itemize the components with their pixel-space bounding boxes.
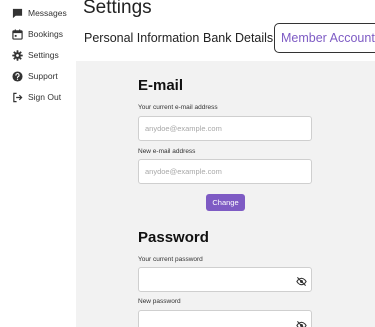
sidebar-item-label: Settings — [28, 50, 59, 60]
message-icon — [11, 7, 23, 19]
sidebar-item-sign-out[interactable]: Sign Out — [11, 90, 61, 104]
current-password-label: Your current password — [138, 256, 203, 263]
new-password-field[interactable] — [138, 310, 312, 327]
password-section-title: Password — [138, 229, 209, 246]
sidebar-item-bookings[interactable]: Bookings — [11, 27, 63, 41]
sign-out-icon — [11, 91, 23, 103]
tab-personal-information[interactable]: Personal Information — [84, 23, 199, 53]
settings-tabs: Personal Information Bank Details Member… — [76, 23, 375, 53]
new-password-label: New password — [138, 298, 181, 305]
gear-icon — [11, 49, 23, 61]
eye-off-icon[interactable] — [296, 274, 307, 287]
new-email-field[interactable] — [138, 159, 312, 184]
email-section-title: E-mail — [138, 77, 184, 94]
sidebar-item-label: Bookings — [28, 29, 63, 39]
current-email-label: Your current e-mail address — [138, 104, 218, 111]
help-icon — [11, 70, 23, 82]
new-email-label: New e-mail address — [138, 148, 196, 155]
sidebar-item-label: Messages — [28, 8, 67, 18]
calendar-icon — [11, 28, 23, 40]
sidebar-item-messages[interactable]: Messages — [11, 6, 67, 20]
current-email-field[interactable] — [138, 116, 312, 141]
change-email-button[interactable]: Change — [206, 194, 245, 211]
tab-bank-details[interactable]: Bank Details — [203, 23, 273, 53]
sidebar-item-support[interactable]: Support — [11, 69, 58, 83]
current-password-field[interactable] — [138, 267, 312, 292]
member-account-panel: E-mail Your current e-mail address New e… — [76, 61, 375, 327]
eye-off-icon[interactable] — [296, 318, 307, 327]
tab-member-account[interactable]: Member Account — [274, 23, 375, 53]
sidebar: Messages Bookings Settings Support Sign … — [0, 0, 76, 327]
page-title: Settings — [83, 0, 152, 18]
sidebar-item-settings[interactable]: Settings — [11, 48, 59, 62]
sidebar-item-label: Support — [28, 71, 58, 81]
sidebar-item-label: Sign Out — [28, 92, 62, 102]
